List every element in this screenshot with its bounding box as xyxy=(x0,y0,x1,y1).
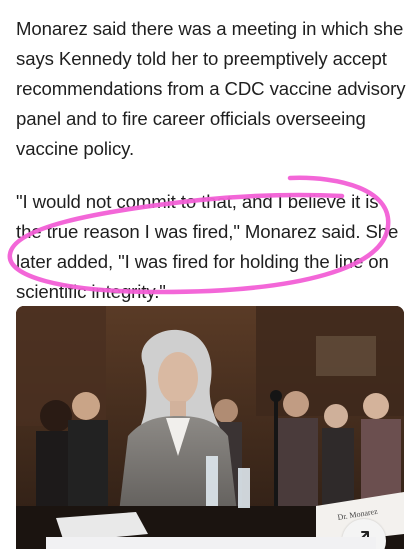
news-photo-hearing[interactable]: Dr. Monarez xyxy=(16,306,404,549)
photo-illustration: Dr. Monarez xyxy=(16,306,404,549)
caption-placeholder-strip xyxy=(46,537,376,549)
article-paragraph: Monarez said there was a meeting in whic… xyxy=(16,18,406,159)
article-body: Monarez said there was a meeting in whic… xyxy=(16,14,408,307)
article-paragraph-quote: "I would not commit to that, and I belie… xyxy=(16,191,399,302)
